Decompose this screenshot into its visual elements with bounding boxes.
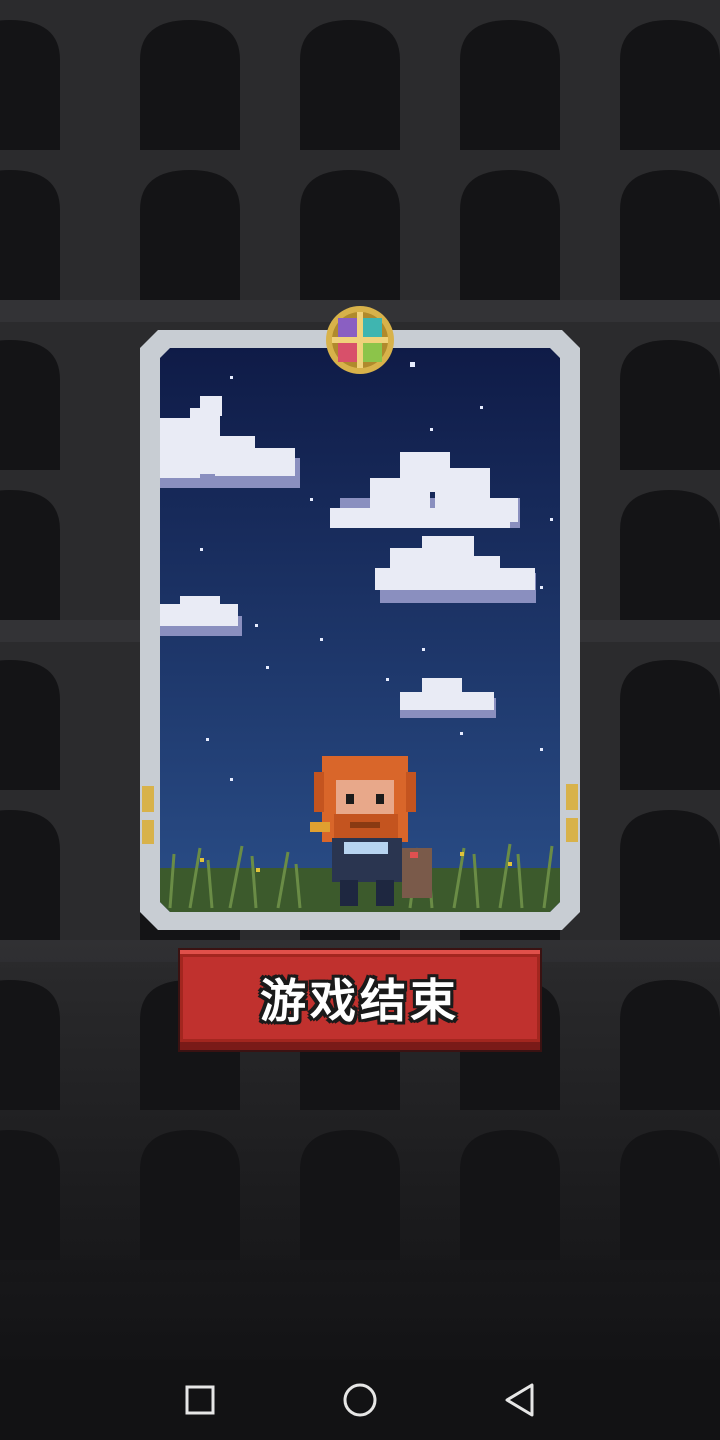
arch-window [0,20,60,150]
game-over-button[interactable]: 游戏结束 [180,950,540,1050]
back-button[interactable] [498,1378,542,1422]
arch-window [620,810,720,940]
arch-window [620,660,720,790]
triangle-back-icon [505,1383,534,1417]
card-scene [160,348,560,912]
card-left-ornament [142,786,154,844]
arch-window [620,490,720,620]
game-over-label: 游戏结束 [260,974,460,1028]
arch-window [140,170,240,300]
arch-window [140,20,240,150]
arch-window [0,490,60,620]
recent-apps-button[interactable] [178,1378,222,1422]
compass-emblem-icon [326,306,394,374]
system-navigation-bar [0,1360,720,1440]
arch-window [620,340,720,470]
arch-window [460,20,560,150]
square-recent-apps-icon [185,1385,215,1415]
arch-window [0,810,60,940]
home-button[interactable] [338,1378,382,1422]
arch-window [0,660,60,790]
arch-window [620,170,720,300]
arch-window [300,170,400,300]
card-right-ornament [566,784,578,842]
arch-window [460,170,560,300]
circle-home-icon [343,1383,377,1417]
arch-window [0,340,60,470]
arch-window [0,170,60,300]
arch-window [620,20,720,150]
arch-window [300,20,400,150]
